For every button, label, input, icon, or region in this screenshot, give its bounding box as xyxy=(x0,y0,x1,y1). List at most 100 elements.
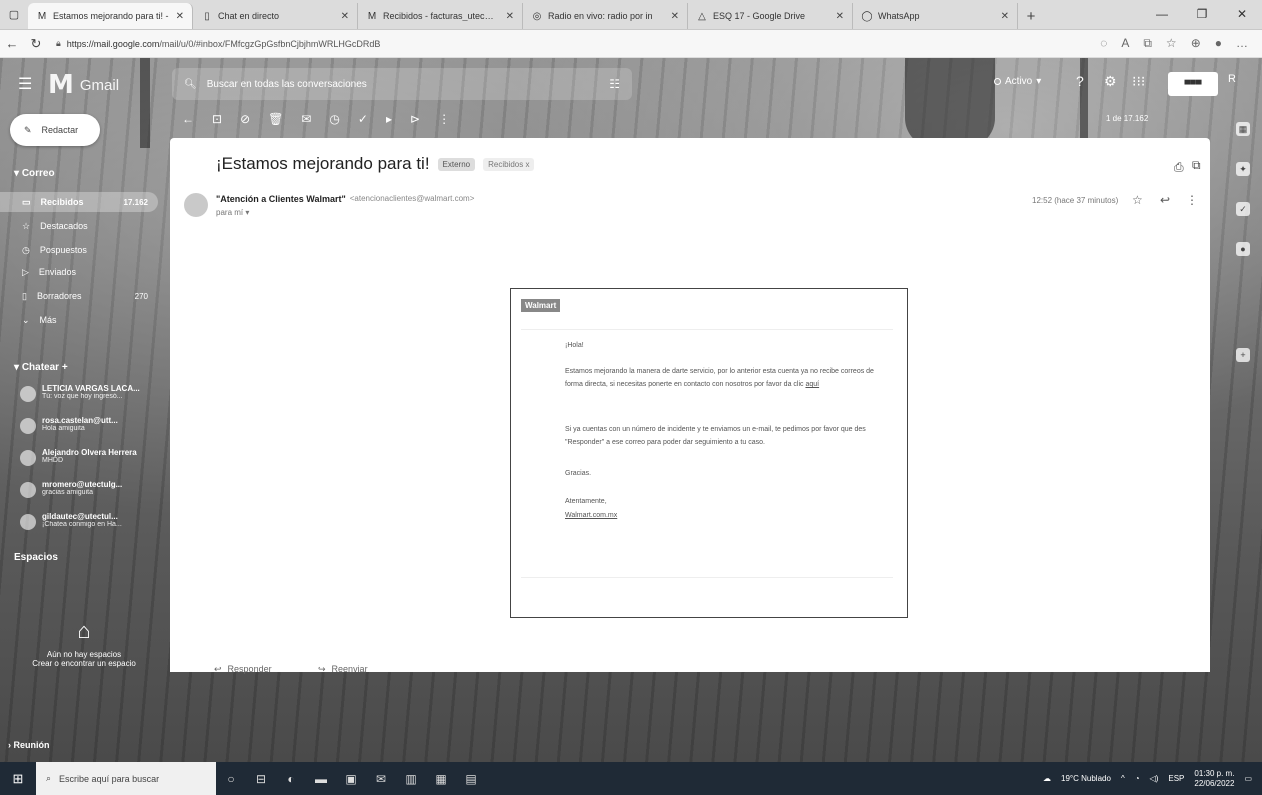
mail-section-header[interactable]: ▾ Correo xyxy=(14,168,55,179)
tab-drive[interactable]: △ ESQ 17 - Google Drive ✕ xyxy=(688,3,853,29)
label-icon[interactable]: ⊳ xyxy=(410,112,420,126)
favorites-icon[interactable]: ☆ xyxy=(1166,36,1177,51)
excel-icon[interactable]: ▦ xyxy=(426,772,456,786)
sidebar-item-drafts[interactable]: ▯ Borradores 270 xyxy=(0,286,158,306)
gmail-logo[interactable]: M Gmail xyxy=(48,70,119,100)
avatar[interactable]: R xyxy=(1228,73,1236,85)
inbox-label-chip[interactable]: Recibidos x xyxy=(483,157,535,171)
status-selector[interactable]: Activo ▾ xyxy=(994,76,1041,87)
add-task-icon[interactable]: ✓ xyxy=(358,112,368,126)
tab-actions-icon[interactable]: ▢ xyxy=(0,0,28,29)
create-space-link[interactable]: Crear o encontrar un espacio xyxy=(14,659,154,668)
profile-icon[interactable]: ● xyxy=(1215,36,1222,51)
help-icon[interactable]: ? xyxy=(1076,73,1084,89)
search-input[interactable]: 🔍︎ Buscar en todas las conversaciones ☷ xyxy=(172,68,632,100)
add-addon-icon[interactable]: + xyxy=(1236,348,1250,362)
sidebar-item-more[interactable]: ⌄ Más xyxy=(0,310,158,330)
close-icon[interactable]: ✕ xyxy=(341,11,349,22)
trash-icon[interactable]: 🗑︎ xyxy=(268,112,283,126)
cortana-icon[interactable]: ○ xyxy=(216,772,246,786)
chat-item[interactable]: LETICIA VARGAS LACA... Tú: voz que hoy i… xyxy=(20,384,150,402)
chat-item[interactable]: gildautec@utectul... ¡Chatea conmigo en … xyxy=(20,512,150,530)
search-options-icon[interactable]: ☷ xyxy=(609,77,620,91)
close-icon[interactable]: ✕ xyxy=(176,11,184,22)
signature-link[interactable]: Walmart.com.mx xyxy=(565,509,889,522)
tab-inbox[interactable]: M Recibidos - facturas_utec@utec ✕ xyxy=(358,3,523,29)
compose-button[interactable]: ✎ Redactar xyxy=(10,114,100,146)
reply-icon[interactable]: ↩ xyxy=(1160,193,1170,207)
close-icon[interactable]: ✕ xyxy=(836,11,844,22)
tab-gmail[interactable]: M Estamos mejorando para ti! - ✕ xyxy=(28,3,193,29)
file-explorer-icon[interactable]: ▬ xyxy=(306,772,336,786)
add-chat-icon[interactable]: + xyxy=(62,362,68,373)
reply-button[interactable]: ↩ Responder xyxy=(214,664,272,675)
tab-radio[interactable]: ◎ Radio en vivo: radio por in ✕ xyxy=(523,3,688,29)
chat-item[interactable]: rosa.castelan@utt... Hola amiguita xyxy=(20,416,150,434)
chevron-up-icon[interactable]: ^ xyxy=(1121,774,1125,783)
chat-section-header[interactable]: ▾ Chatear + xyxy=(14,362,68,373)
chat-item[interactable]: mromero@utectulg... gracias amiguita xyxy=(20,480,150,498)
new-tab-button[interactable]: + xyxy=(1018,3,1044,29)
restore-icon[interactable]: ❐ xyxy=(1182,0,1222,29)
close-icon[interactable]: ✕ xyxy=(506,11,514,22)
store-icon[interactable]: ▣ xyxy=(336,772,366,786)
more-options-icon[interactable]: ⋮ xyxy=(438,112,450,126)
word-icon[interactable]: ▤ xyxy=(456,772,486,786)
report-spam-icon[interactable]: ⊘ xyxy=(240,112,250,126)
tasks-icon[interactable]: ✓ xyxy=(1236,202,1250,216)
volume-icon[interactable]: ◁) xyxy=(1150,774,1159,783)
print-icon[interactable]: ⎙ xyxy=(1174,160,1184,175)
move-to-icon[interactable]: ▸ xyxy=(386,112,392,126)
taskbar-search-input[interactable]: ⌕ Escribe aquí para buscar xyxy=(36,762,216,795)
extension-icon[interactable]: ◌ xyxy=(1100,36,1107,51)
url-field[interactable]: 🔒︎ https://mail.google.com/mail/u/0/#inb… xyxy=(56,34,756,54)
sidebar-item-snoozed[interactable]: ◷ Pospuestos xyxy=(0,240,158,260)
contacts-icon[interactable]: ● xyxy=(1236,242,1250,256)
back-icon[interactable]: ← xyxy=(182,112,194,126)
signature-link-text[interactable]: Walmart.com.mx xyxy=(565,512,617,519)
gear-icon[interactable]: ⚙ xyxy=(1104,73,1117,90)
close-icon[interactable]: ✕ xyxy=(671,11,679,22)
snooze-icon[interactable]: ◷ xyxy=(329,112,339,126)
more-options-icon[interactable]: … xyxy=(1236,36,1248,51)
search-icon[interactable]: 🔍︎ xyxy=(184,79,197,90)
here-link[interactable]: aquí xyxy=(805,381,819,388)
reload-icon[interactable]: ↻ xyxy=(24,36,48,52)
chat-item[interactable]: Alejandro Olvera Herrera MHDD xyxy=(20,448,150,466)
read-aloud-icon[interactable]: A xyxy=(1121,36,1129,51)
tab-icon[interactable]: ⧉ xyxy=(1143,36,1152,51)
edge-icon[interactable]: ◐ xyxy=(276,772,306,786)
keep-icon[interactable]: ✦ xyxy=(1236,162,1250,176)
tab-chat[interactable]: ▯ Chat en directo ✕ xyxy=(193,3,358,29)
spaces-section-header[interactable]: Espacios xyxy=(14,552,58,563)
sidebar-item-starred[interactable]: ☆ Destacados xyxy=(0,216,158,236)
collections-icon[interactable]: ⊕ xyxy=(1191,36,1201,51)
recipient-line[interactable]: para mí ▾ xyxy=(216,208,249,217)
more-options-icon[interactable]: ⋮ xyxy=(1186,193,1198,207)
calendar-icon[interactable]: ▦ xyxy=(1236,122,1250,136)
clock[interactable]: 01:30 p. m. 22/06/2022 xyxy=(1194,769,1234,789)
windows-start-icon[interactable]: ⊞ xyxy=(0,771,36,787)
sidebar-item-inbox[interactable]: ▭ Recibidos 17.162 xyxy=(0,192,158,212)
open-new-window-icon[interactable]: ⧉ xyxy=(1192,158,1201,173)
archive-icon[interactable]: ⊡ xyxy=(212,112,222,126)
tab-whatsapp[interactable]: ◯ WhatsApp ✕ xyxy=(853,3,1018,29)
notifications-icon[interactable]: ▭ xyxy=(1244,774,1252,783)
mark-unread-icon[interactable]: ✉ xyxy=(301,112,311,126)
main-menu-icon[interactable]: ☰ xyxy=(18,74,32,94)
forward-button[interactable]: ↪ Reenviar xyxy=(318,664,368,675)
app-icon[interactable]: ▥ xyxy=(396,772,426,786)
minimize-icon[interactable]: — xyxy=(1142,0,1182,29)
mail-icon[interactable]: ✉ xyxy=(366,772,396,786)
meeting-section-header[interactable]: › Reunión xyxy=(8,740,50,750)
weather-text[interactable]: 19°C Nublado xyxy=(1061,774,1111,783)
language-indicator[interactable]: ESP xyxy=(1168,774,1184,783)
network-icon[interactable]: ◔ xyxy=(1135,774,1140,783)
task-view-icon[interactable]: ⊟ xyxy=(246,772,276,786)
close-window-icon[interactable]: ✕ xyxy=(1222,0,1262,29)
sidebar-item-sent[interactable]: ▷ Enviados xyxy=(0,262,158,282)
sender-name[interactable]: "Atención a Clientes Walmart" xyxy=(216,194,346,204)
close-icon[interactable]: ✕ xyxy=(1001,11,1009,22)
account-org-logo[interactable]: ▀▀▀ xyxy=(1168,72,1218,96)
star-icon[interactable]: ☆ xyxy=(1132,193,1143,207)
